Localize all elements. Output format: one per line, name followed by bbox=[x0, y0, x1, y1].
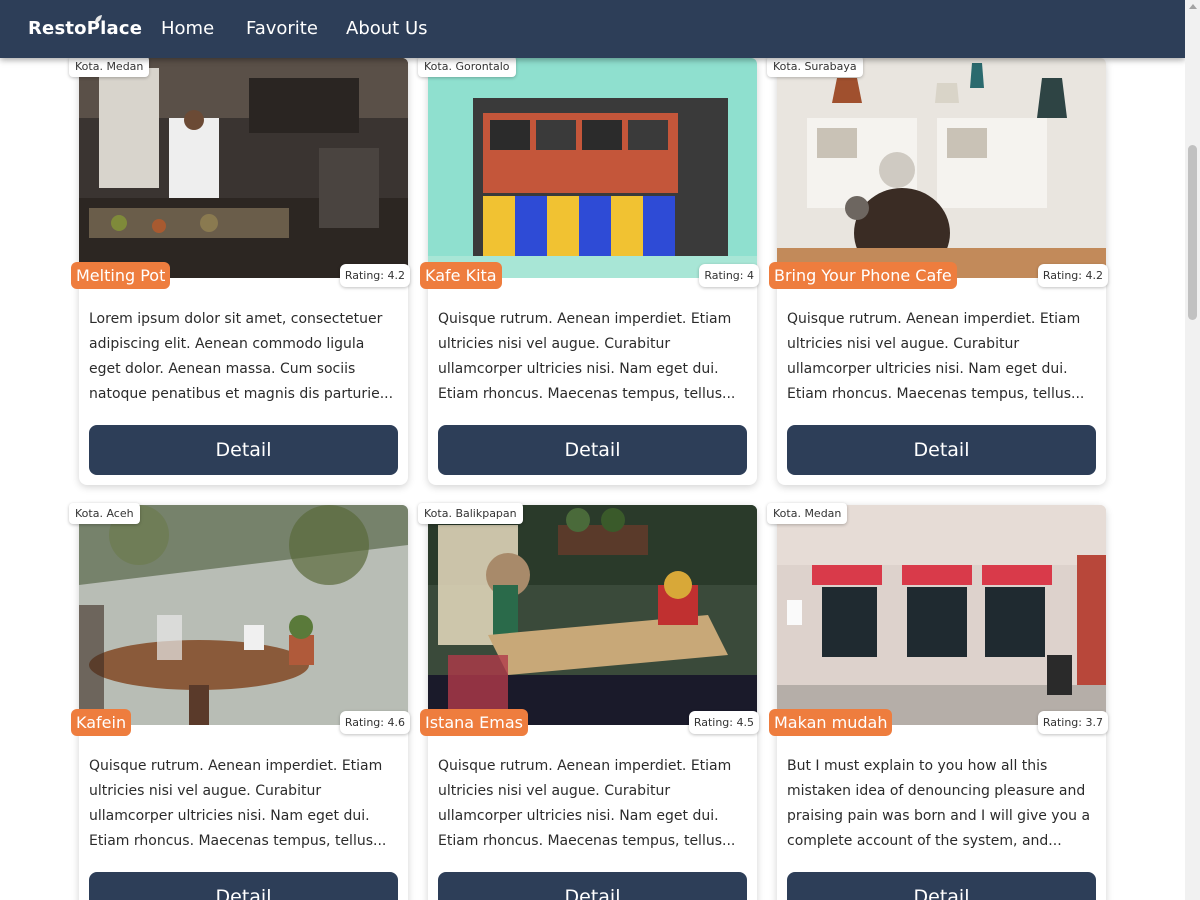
city-badge: Kota. Aceh bbox=[69, 503, 140, 524]
restaurant-image bbox=[777, 505, 1106, 725]
rating-badge: Rating: 4.6 bbox=[339, 711, 410, 734]
restaurant-card: Kota. Medan Makan mudah Rating: 3.7 But … bbox=[767, 503, 1108, 900]
restaurant-description: Quisque rutrum. Aenean imperdiet. Etiam … bbox=[438, 311, 736, 402]
restaurant-name: Istana Emas bbox=[420, 709, 528, 736]
restaurant-description: Quisque rutrum. Aenean imperdiet. Etiam … bbox=[787, 311, 1085, 402]
nav-link-about-us[interactable]: About Us bbox=[346, 18, 428, 39]
restaurant-image bbox=[777, 58, 1106, 278]
detail-button[interactable]: Detail bbox=[89, 425, 398, 475]
detail-button[interactable]: Detail bbox=[438, 425, 747, 475]
restaurant-image bbox=[428, 58, 757, 278]
restaurant-description: Lorem ipsum dolor sit amet, consectetuer… bbox=[89, 311, 394, 402]
brand-logo[interactable]: RestoPlace bbox=[28, 18, 142, 39]
city-badge: Kota. Medan bbox=[69, 56, 150, 77]
scroll-up-icon[interactable] bbox=[1189, 4, 1197, 9]
scrollbar[interactable] bbox=[1185, 0, 1200, 900]
restaurant-card: Kota. Aceh Kafein Rating: 4.6 Quisque ru… bbox=[69, 503, 410, 900]
nav-link-favorite[interactable]: Favorite bbox=[246, 18, 318, 39]
restaurant-card: Kota. Medan Melting Pot Rating: 4.2 Lore… bbox=[69, 56, 410, 485]
rating-badge: Rating: 4.2 bbox=[339, 264, 410, 287]
restaurant-description: But I must explain to you how all this m… bbox=[787, 758, 1091, 849]
restaurant-name: Kafe Kita bbox=[420, 262, 502, 289]
rating-badge: Rating: 3.7 bbox=[1037, 711, 1108, 734]
restaurant-card: Kota. Surabaya Bring Your Phone Cafe Rat… bbox=[767, 56, 1108, 485]
restaurant-card: Kota. Gorontalo Kafe Kita Rating: 4 Quis… bbox=[418, 56, 759, 485]
restaurant-description: Quisque rutrum. Aenean imperdiet. Etiam … bbox=[89, 758, 387, 849]
rating-badge: Rating: 4.5 bbox=[688, 711, 759, 734]
scrollbar-thumb[interactable] bbox=[1188, 145, 1197, 320]
detail-button[interactable]: Detail bbox=[438, 872, 747, 900]
restaurant-name: Melting Pot bbox=[71, 262, 171, 289]
nav-link-home[interactable]: Home bbox=[161, 18, 214, 39]
restaurant-image bbox=[79, 505, 408, 725]
rating-badge: Rating: 4.2 bbox=[1037, 264, 1108, 287]
restaurant-description: Quisque rutrum. Aenean imperdiet. Etiam … bbox=[438, 758, 736, 849]
restaurant-card: Kota. Balikpapan Istana Emas Rating: 4.5… bbox=[418, 503, 759, 900]
city-badge: Kota. Surabaya bbox=[767, 56, 863, 77]
detail-button[interactable]: Detail bbox=[787, 872, 1096, 900]
detail-button[interactable]: Detail bbox=[89, 872, 398, 900]
city-badge: Kota. Medan bbox=[767, 503, 848, 524]
navbar: RestoPlace Home Favorite About Us bbox=[0, 0, 1185, 58]
restaurant-name: Kafein bbox=[71, 709, 132, 736]
restaurant-image bbox=[428, 505, 757, 725]
restaurant-name: Makan mudah bbox=[769, 709, 893, 736]
city-badge: Kota. Gorontalo bbox=[418, 56, 516, 77]
restaurant-image bbox=[79, 58, 408, 278]
city-badge: Kota. Balikpapan bbox=[418, 503, 523, 524]
detail-button[interactable]: Detail bbox=[787, 425, 1096, 475]
leaf-icon bbox=[95, 15, 102, 23]
rating-badge: Rating: 4 bbox=[699, 264, 759, 287]
restaurant-name: Bring Your Phone Cafe bbox=[769, 262, 957, 289]
